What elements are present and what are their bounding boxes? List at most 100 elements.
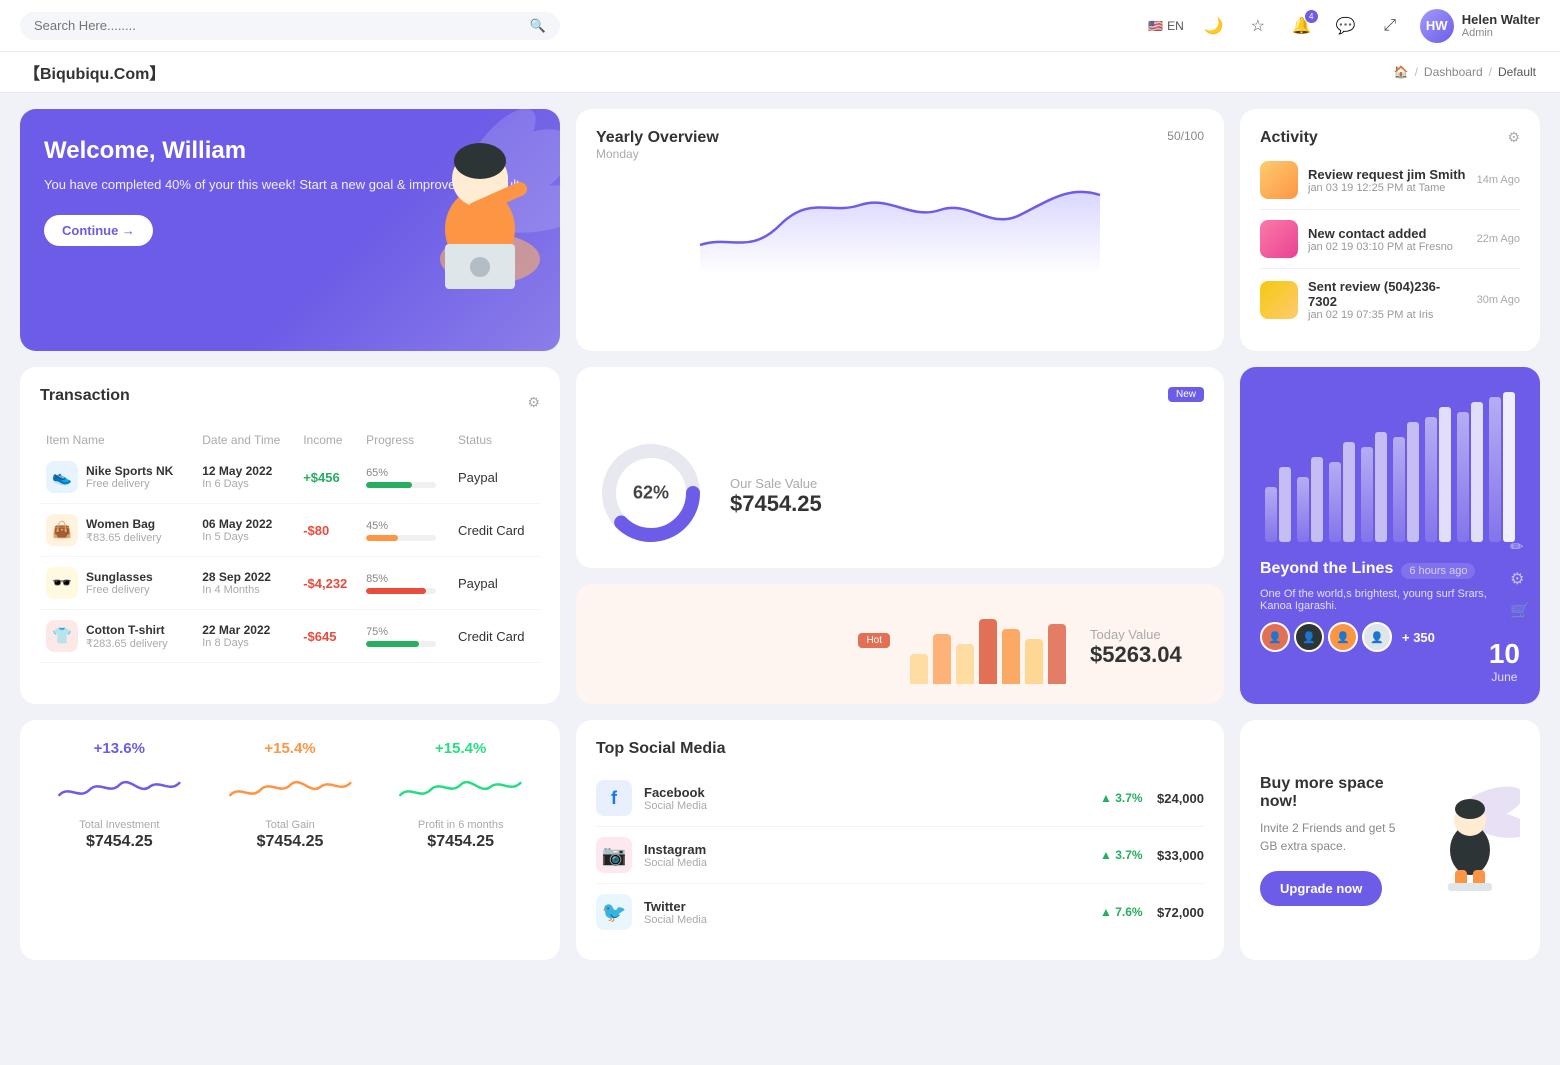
dashboard-link[interactable]: Dashboard <box>1424 65 1483 79</box>
beyond-avatars: 👤 👤 👤 👤 + 350 <box>1260 622 1520 652</box>
facebook-revenue: $24,000 <box>1157 791 1204 806</box>
activity-time-1: 22m Ago <box>1477 233 1520 245</box>
stat-gain-pct: +15.4% <box>211 740 370 757</box>
buyspace-illustration <box>1420 775 1520 895</box>
facebook-growth: ▲ 3.7% <box>1100 791 1145 805</box>
activity-info-0: Review request jim Smith jan 03 19 12:25… <box>1308 167 1467 194</box>
table-row: 🕶️ Sunglasses Free delivery 28 Sep 2022 … <box>40 557 540 610</box>
transaction-settings-icon[interactable]: ⚙ <box>527 394 540 411</box>
table-row: 👜 Women Bag ₹83.65 delivery 06 May 2022 … <box>40 504 540 557</box>
activity-info-2: Sent review (504)236-7302 jan 02 19 07:3… <box>1308 279 1467 321</box>
breadcrumb-sep2: / <box>1489 65 1492 79</box>
yearly-overview-subtitle: Monday <box>596 147 719 161</box>
welcome-card: Welcome, William You have completed 40% … <box>20 109 560 351</box>
activity-thumb-1 <box>1260 220 1298 258</box>
breadcrumb: 🏠 / Dashboard / Default <box>1394 65 1536 79</box>
beyond-date-badge: 10 June <box>1489 638 1520 684</box>
buy-space-title: Buy more space now! <box>1260 775 1408 811</box>
social-media-card: Top Social Media f Facebook Social Media… <box>576 720 1224 960</box>
stat-profit-pct: +15.4% <box>381 740 540 757</box>
stat-profit-label: Profit in 6 months <box>381 819 540 831</box>
main-content: Welcome, William You have completed 40% … <box>0 93 1560 976</box>
social-item-twitter: 🐦 Twitter Social Media ▲ 7.6% $72,000 <box>596 884 1204 940</box>
activity-time-0: 14m Ago <box>1477 174 1520 186</box>
buy-space-subtitle: Invite 2 Friends and get 5 GB extra spac… <box>1260 819 1408 855</box>
table-row: 👟 Nike Sports NK Free delivery 12 May 20… <box>40 451 540 504</box>
beyond-edit-icon[interactable]: ✏ <box>1510 537 1530 557</box>
instagram-icon: 📷 <box>596 837 632 873</box>
current-page: Default <box>1498 65 1536 79</box>
topnav-icons: 🇺🇸 EN 🌙 ☆ 🔔 4 💬 ⤢ HW Helen Walter Admin <box>1148 9 1540 43</box>
beyond-time: 6 hours ago <box>1401 563 1475 579</box>
col-item-name: Item Name <box>40 429 196 451</box>
col-date: Date and Time <box>196 429 297 451</box>
activity-desc-0: jan 03 19 12:25 PM at Tame <box>1308 182 1467 194</box>
yearly-overview-header: Yearly Overview Monday 50/100 <box>596 129 1204 161</box>
chat-icon[interactable]: 💬 <box>1332 12 1360 40</box>
hot-badge: Hot <box>858 633 890 648</box>
search-bar[interactable]: 🔍 <box>20 12 560 40</box>
stat-gain: +15.4% Total Gain $7454.25 <box>211 740 370 940</box>
user-role: Admin <box>1462 27 1540 39</box>
language-selector[interactable]: 🇺🇸 EN <box>1148 19 1184 33</box>
today-value-card: Hot Today Value $5263.04 <box>576 584 1224 704</box>
welcome-illustration <box>390 119 550 289</box>
home-link[interactable]: 🏠 <box>1394 65 1409 79</box>
facebook-sub: Social Media <box>644 800 1088 812</box>
dark-mode-toggle[interactable]: 🌙 <box>1200 12 1228 40</box>
yearly-overview-title-block: Yearly Overview Monday <box>596 129 719 161</box>
col-income: Income <box>297 429 360 451</box>
search-input[interactable] <box>34 18 522 33</box>
twitter-revenue: $72,000 <box>1157 905 1204 920</box>
twitter-info: Twitter Social Media <box>644 899 1088 926</box>
beyond-avatar-2: 👤 <box>1294 622 1324 652</box>
instagram-info: Instagram Social Media <box>644 842 1088 869</box>
user-menu[interactable]: HW Helen Walter Admin <box>1420 9 1540 43</box>
activity-info-1: New contact added jan 02 19 03:10 PM at … <box>1308 226 1467 253</box>
notifications-icon[interactable]: 🔔 4 <box>1288 12 1316 40</box>
beyond-description: One Of the world,s brightest, young surf… <box>1260 588 1520 612</box>
beyond-avatar-4: 👤 <box>1362 622 1392 652</box>
sale-info: Our Sale Value $7454.25 <box>730 470 822 517</box>
bar-6 <box>1025 639 1043 684</box>
sale-value-label: Our Sale Value <box>730 476 822 491</box>
breadcrumb-bar: 【Biqubiqu.Com】 🏠 / Dashboard / Default <box>0 52 1560 93</box>
bar-2 <box>933 634 951 684</box>
favorites-icon[interactable]: ☆ <box>1244 12 1272 40</box>
beyond-avatar-3: 👤 <box>1328 622 1358 652</box>
expand-icon[interactable]: ⤢ <box>1376 12 1404 40</box>
bar-4 <box>979 619 997 684</box>
beyond-chart <box>1260 387 1520 547</box>
facebook-name: Facebook <box>644 785 1088 800</box>
yearly-progress-indicator: 50/100 <box>1167 129 1204 143</box>
user-avatar: HW <box>1420 9 1454 43</box>
beyond-settings-icon[interactable]: ⚙ <box>1510 569 1530 589</box>
twitter-name: Twitter <box>644 899 1088 914</box>
sale-value-card: New 62% Our Sale Value $7454.25 <box>576 367 1224 568</box>
top-navigation: 🔍 🇺🇸 EN 🌙 ☆ 🔔 4 💬 ⤢ HW Helen Walter Admi… <box>0 0 1560 52</box>
stat-investment-pct: +13.6% <box>40 740 199 757</box>
facebook-info: Facebook Social Media <box>644 785 1088 812</box>
activity-desc-1: jan 02 19 03:10 PM at Fresno <box>1308 241 1467 253</box>
today-bar-chart <box>910 604 1066 684</box>
beyond-date-num: 10 <box>1489 638 1520 670</box>
activity-title-1: New contact added <box>1308 226 1467 241</box>
breadcrumb-sep1: / <box>1415 65 1418 79</box>
col-status: Status <box>452 429 540 451</box>
activity-thumb-2 <box>1260 281 1298 319</box>
stat-gain-value: $7454.25 <box>211 833 370 851</box>
instagram-name: Instagram <box>644 842 1088 857</box>
upgrade-button[interactable]: Upgrade now <box>1260 871 1382 906</box>
activity-item: Review request jim Smith jan 03 19 12:25… <box>1260 151 1520 210</box>
transaction-title: Transaction <box>40 387 130 405</box>
continue-button[interactable]: Continue → <box>44 215 153 246</box>
bar-3 <box>956 644 974 684</box>
today-info: Today Value $5263.04 <box>1090 621 1182 668</box>
activity-settings-icon[interactable]: ⚙ <box>1507 129 1520 146</box>
new-badge: New <box>1168 387 1204 402</box>
wave-profit <box>381 765 540 810</box>
today-value-label: Today Value <box>1090 627 1182 642</box>
beyond-title: Beyond the Lines <box>1260 560 1393 578</box>
stat-profit: +15.4% Profit in 6 months $7454.25 <box>381 740 540 940</box>
activity-thumb-0 <box>1260 161 1298 199</box>
